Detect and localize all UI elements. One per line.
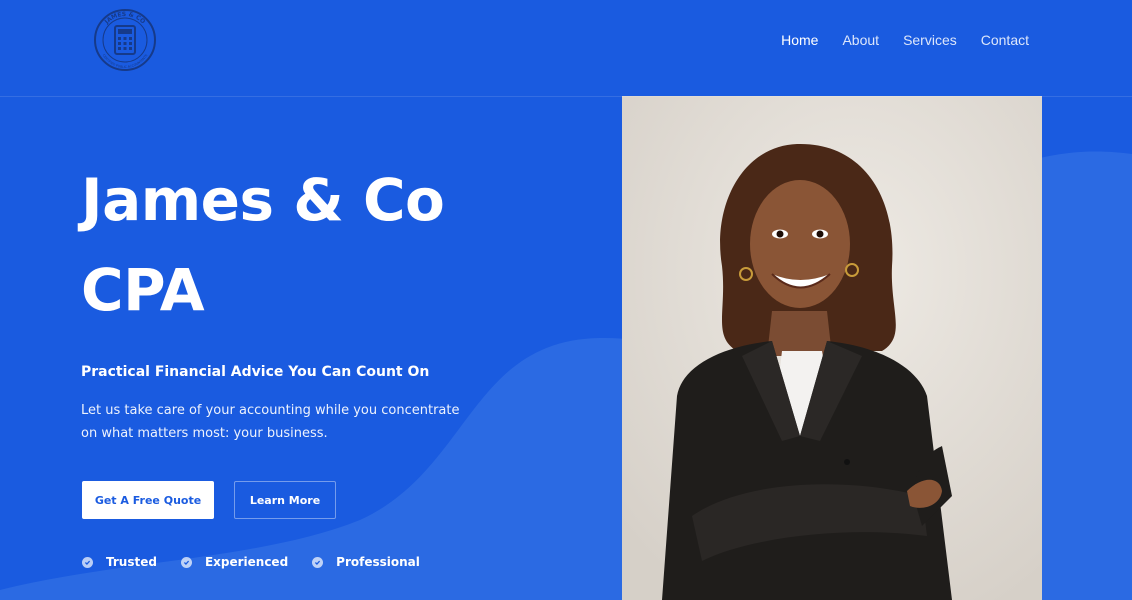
get-quote-button[interactable]: Get A Free Quote [82, 481, 214, 519]
hero-subtitle: Practical Financial Advice You Can Count… [81, 364, 430, 380]
learn-more-button[interactable]: Learn More [234, 481, 336, 519]
check-icon [312, 556, 324, 568]
hero-portrait-image [622, 96, 1042, 600]
feature-label: Professional [336, 555, 420, 569]
feature-list: Trusted Experienced Professional [82, 555, 444, 569]
feature-item-trusted: Trusted [82, 555, 157, 569]
check-icon [82, 556, 93, 568]
logo[interactable]: JAMES & CO CERTIFIED PUBLIC ACCOUNTANTS [93, 8, 157, 72]
calculator-icon [114, 25, 136, 55]
check-icon [180, 556, 192, 568]
main-nav: Home About Services Contact [781, 31, 1029, 49]
hero-title-line1: James & Co [81, 166, 445, 234]
nav-contact[interactable]: Contact [981, 31, 1029, 49]
feature-item-professional: Professional [312, 555, 420, 569]
nav-about[interactable]: About [842, 31, 879, 49]
hero-description: Let us take care of your accounting whil… [81, 403, 460, 441]
svg-text:CERTIFIED PUBLIC ACCOUNTANTS: CERTIFIED PUBLIC ACCOUNTANTS [102, 53, 149, 69]
feature-item-experienced: Experienced [180, 555, 289, 569]
site-header: JAMES & CO CERTIFIED PUBLIC ACCOUNTANTS … [0, 0, 1132, 97]
nav-services[interactable]: Services [903, 31, 957, 49]
feature-label: Experienced [204, 555, 289, 569]
hero-title: James & Co CPA [81, 155, 445, 335]
nav-home[interactable]: Home [781, 31, 818, 49]
feature-label: Trusted [106, 555, 157, 569]
logo-text-bottom: CERTIFIED PUBLIC ACCOUNTANTS [102, 53, 149, 69]
hero-title-line2: CPA [81, 256, 205, 324]
